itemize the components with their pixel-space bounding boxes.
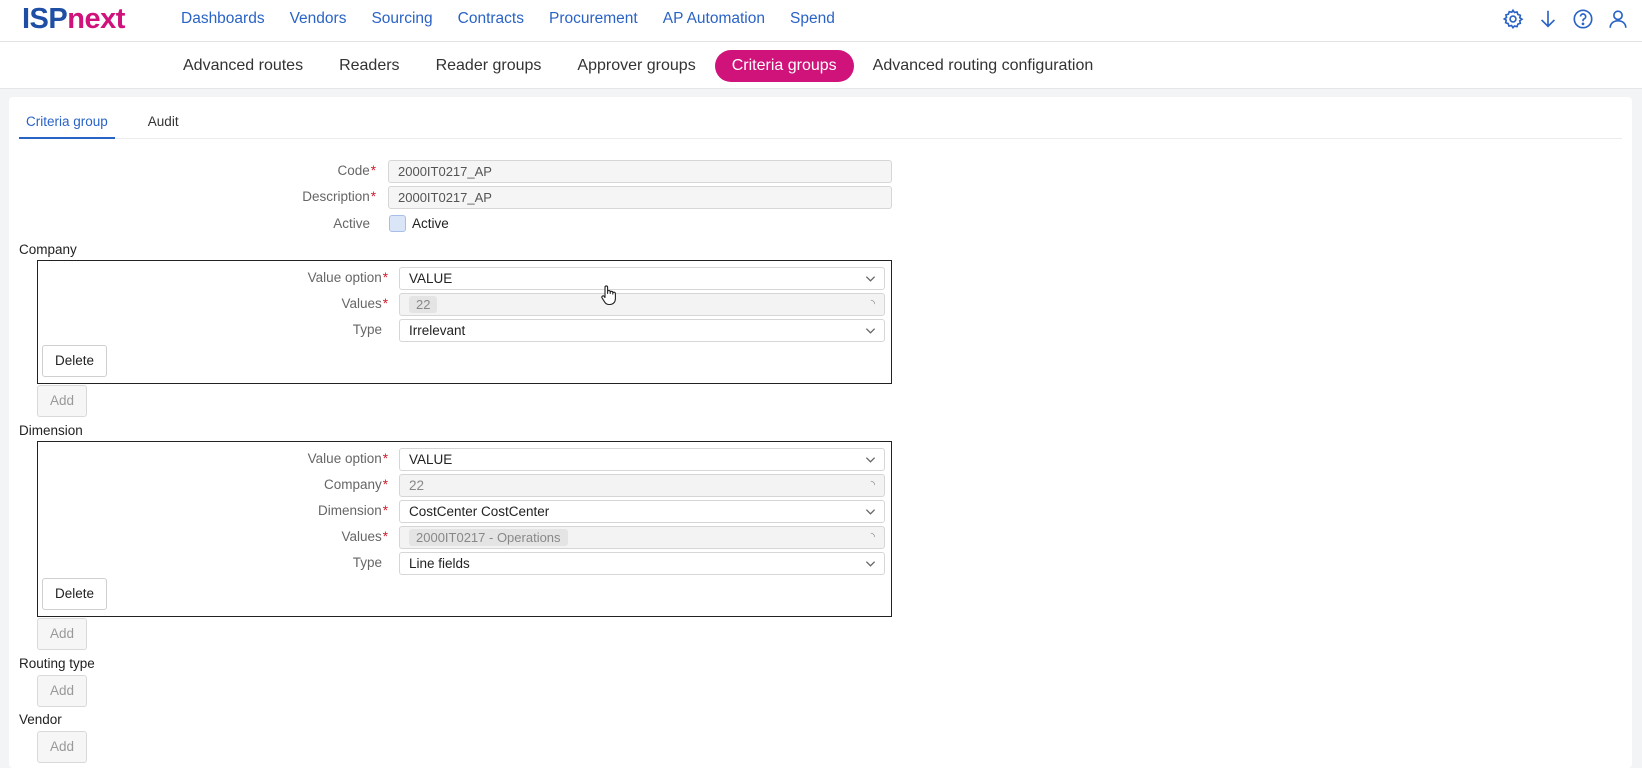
dimension-value-option-value: VALUE (409, 452, 453, 467)
ispnext-logo[interactable]: ISPnext (22, 2, 125, 36)
dimension-value-option-label: Value option* (307, 451, 388, 466)
dimension-dimension-select[interactable]: CostCenter CostCenter (399, 500, 885, 523)
tab-criteria-group[interactable]: Criteria group (19, 105, 115, 139)
logo-next-text: next (67, 3, 125, 35)
tab-audit[interactable]: Audit (141, 105, 186, 139)
company-values-multiselect[interactable]: 22 ◝ (399, 293, 885, 316)
nav-ap-automation[interactable]: AP Automation (663, 10, 765, 28)
dimension-value-option-select[interactable]: VALUE (399, 448, 885, 471)
vendor-section-title: Vendor (19, 712, 62, 727)
user-icon[interactable] (1606, 7, 1630, 31)
company-type-select[interactable]: Irrelevant (399, 319, 885, 342)
routing-type-add-button[interactable]: Add (37, 675, 87, 707)
loading-spinner-icon: ◝ (870, 531, 875, 543)
dimension-section-title: Dimension (19, 423, 83, 438)
description-field[interactable]: 2000IT0217_AP (388, 186, 892, 209)
nav-dashboards[interactable]: Dashboards (181, 10, 265, 28)
chevron-down-icon (865, 272, 876, 283)
dimension-type-value: Line fields (409, 556, 470, 571)
sub-navigation-bar: Advanced routes Readers Reader groups Ap… (0, 42, 1642, 89)
dimension-company-label: Company* (323, 477, 388, 492)
vendor-add-button[interactable]: Add (37, 731, 87, 763)
dimension-values-multiselect[interactable]: 2000IT0217 - Operations ◝ (399, 526, 885, 549)
company-value-chip: 22 (409, 296, 438, 313)
company-value-option-value: VALUE (409, 271, 453, 286)
chevron-down-icon (865, 324, 876, 335)
nav-sourcing[interactable]: Sourcing (371, 10, 432, 28)
dimension-dimension-value: CostCenter CostCenter (409, 504, 550, 519)
main-nav: Dashboards Vendors Sourcing Contracts Pr… (181, 0, 860, 38)
nav-contracts[interactable]: Contracts (458, 10, 524, 28)
tab-bar: Criteria group Audit (19, 105, 1622, 139)
company-add-button[interactable]: Add (37, 385, 87, 417)
settings-icon[interactable] (1501, 7, 1525, 31)
dimension-type-label: Type (352, 555, 382, 570)
dimension-delete-button[interactable]: Delete (42, 578, 107, 610)
company-value-option-select[interactable]: VALUE (399, 267, 885, 290)
download-icon[interactable] (1536, 7, 1560, 31)
loading-spinner-icon: ◝ (870, 479, 875, 491)
company-type-label: Type (352, 322, 382, 337)
nav-spend[interactable]: Spend (790, 10, 835, 28)
subnav-readers[interactable]: Readers (322, 50, 416, 82)
dimension-dimension-label: Dimension* (317, 503, 388, 518)
top-icons (1490, 7, 1630, 31)
active-label: Active (333, 216, 370, 231)
active-checkbox[interactable] (389, 215, 406, 232)
subnav-advanced-routes[interactable]: Advanced routes (166, 50, 320, 82)
dimension-company-select[interactable]: 22 ◝ (399, 474, 885, 497)
subnav-criteria-groups[interactable]: Criteria groups (714, 50, 854, 82)
company-delete-button[interactable]: Delete (42, 345, 107, 377)
chevron-down-icon (865, 557, 876, 568)
company-section-title: Company (19, 242, 77, 257)
subnav-advanced-routing-configuration[interactable]: Advanced routing configuration (856, 50, 1111, 82)
subnav-approver-groups[interactable]: Approver groups (560, 50, 712, 82)
dimension-company-value: 22 (409, 478, 425, 493)
help-icon[interactable] (1571, 7, 1595, 31)
sub-nav: Advanced routes Readers Reader groups Ap… (166, 50, 1112, 82)
nav-vendors[interactable]: Vendors (290, 10, 347, 28)
dimension-add-button[interactable]: Add (37, 618, 87, 650)
routing-type-section-title: Routing type (19, 656, 95, 671)
chevron-down-icon (865, 505, 876, 516)
company-value-option-label: Value option* (307, 270, 388, 285)
dimension-type-select[interactable]: Line fields (399, 552, 885, 575)
logo-isp-text: ISP (22, 3, 68, 35)
top-navigation-bar: ISPnext Dashboards Vendors Sourcing Cont… (0, 0, 1642, 42)
chevron-down-icon (865, 453, 876, 464)
subnav-reader-groups[interactable]: Reader groups (419, 50, 559, 82)
code-label: Code* (337, 163, 376, 178)
hand-cursor-icon (600, 284, 618, 306)
description-label: Description* (302, 189, 376, 204)
company-values-label: Values* (341, 296, 388, 311)
code-field[interactable]: 2000IT0217_AP (388, 160, 892, 183)
nav-procurement[interactable]: Procurement (549, 10, 638, 28)
active-checkbox-label: Active (412, 216, 449, 231)
company-type-value: Irrelevant (409, 323, 466, 338)
loading-spinner-icon: ◝ (870, 298, 875, 310)
dimension-values-label: Values* (341, 529, 388, 544)
dimension-value-chip: 2000IT0217 - Operations (409, 529, 568, 546)
